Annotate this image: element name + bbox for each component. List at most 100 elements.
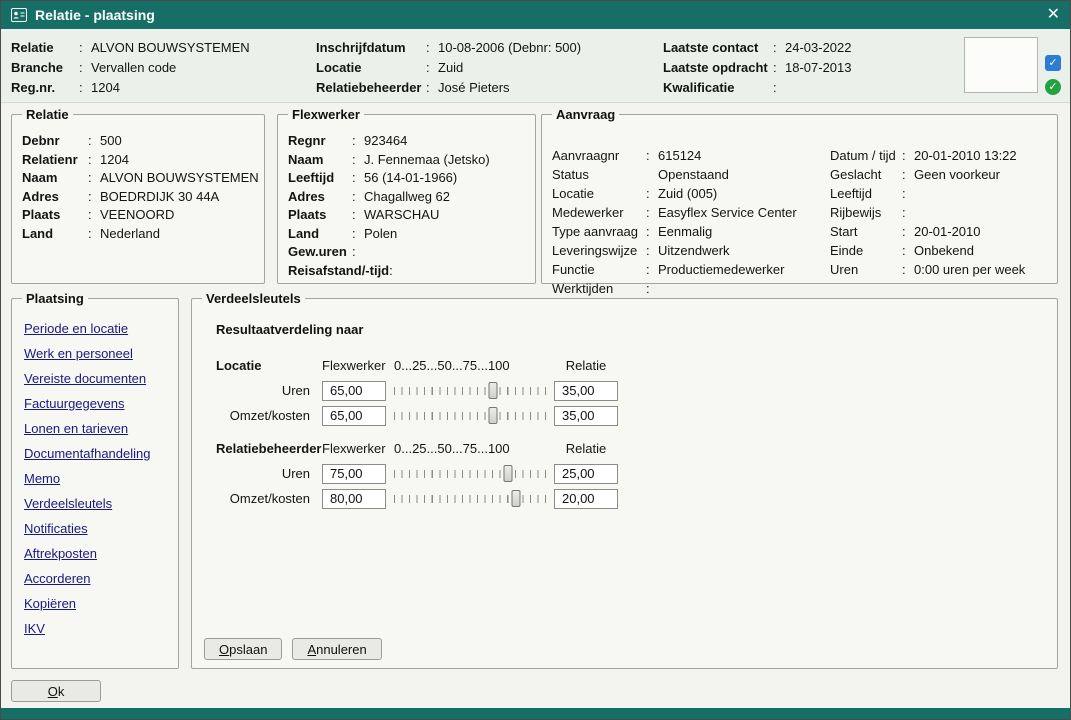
field-label: Naam [288,151,352,170]
field-label: Functie [552,260,646,279]
field-value: VEENOORD [100,206,174,225]
plaatsing-nav-link[interactable]: Aftrekposten [24,541,97,566]
plaatsing-nav-link[interactable]: Periode en locatie [24,316,128,341]
field-row: Naam : J. Fennemaa (Jetsko) [288,151,525,170]
column-header-flexwerker: Flexwerker [322,441,386,456]
field-row: Medewerker : Easyflex Service Center [552,203,797,222]
field-row: Start : 20-01-2010 [830,222,1025,241]
field-label: Datum / tijd [830,146,902,165]
cancel-button[interactable]: Annuleren [292,638,381,660]
field-value: ALVON BOUWSYSTEMEN [91,38,250,58]
header-column-laatste: Laatste contact : 24-03-2022 Laatste opd… [663,38,852,98]
plaatsing-nav-link[interactable]: IKV [24,616,45,641]
field-row: Type aanvraag : Eenmalig [552,222,797,241]
field-row: Plaats : WARSCHAU [288,206,525,225]
field-label: Plaats [288,206,352,225]
field-row: Land : Polen [288,225,525,244]
aanvraag-panel: Aanvraag Aanvraagnr : 615124 Status Open… [541,107,1058,284]
field-row: Uren : 0:00 uren per week [830,260,1025,279]
column-header-flexwerker: Flexwerker [322,358,386,373]
summary-header: Relatie : ALVON BOUWSYSTEMEN Branche : V… [1,29,1070,103]
relatie-share-input[interactable] [554,489,618,509]
flexwerker-share-input[interactable] [322,464,386,484]
field-value: ALVON BOUWSYSTEMEN [100,169,259,188]
flexwerker-share-input[interactable] [322,406,386,426]
flexwerker-share-input[interactable] [322,381,386,401]
field-colon: : [646,184,658,203]
field-colon: : [902,241,914,260]
save-button-label: Opslaan [219,642,267,657]
field-colon: : [88,151,100,170]
field-row: Debnr : 500 [22,132,254,151]
field-row: Plaats : VEENOORD [22,206,254,225]
field-colon: : [426,38,438,58]
ok-button[interactable]: Ok [11,680,101,702]
bottom-accent-strip [1,708,1070,719]
field-label: Regnr [288,132,352,151]
header-column-relatie: Relatie : ALVON BOUWSYSTEMEN Branche : V… [11,38,250,98]
share-slider[interactable] [394,465,546,483]
plaatsing-nav-link[interactable]: Notificaties [24,516,88,541]
field-row: Locatie : Zuid (005) [552,184,797,203]
aanvraag-legend: Aanvraag [552,107,619,122]
field-value: 20-01-2010 [914,222,981,241]
field-label: Naam [22,169,88,188]
relatie-share-input[interactable] [554,381,618,401]
distribution-row: Omzet/kosten [202,486,1047,511]
field-colon: : [902,165,914,184]
field-label: Leveringswijze [552,241,646,260]
relatie-share-input[interactable] [554,406,618,426]
verdeel-buttons: Opslaan Annuleren [204,638,382,660]
plaatsing-nav-link[interactable]: Lonen en tarieven [24,416,128,441]
column-header-scale: 0...25...50...75...100 [394,358,546,373]
field-value: 24-03-2022 [785,38,852,58]
titlebar: Relatie - plaatsing ✕ [1,1,1070,29]
field-value: 1204 [91,78,120,98]
plaatsing-nav-link[interactable]: Accorderen [24,566,90,591]
save-button[interactable]: Opslaan [204,638,282,660]
field-value: 10-08-2006 (Debnr: 500) [438,38,581,58]
field-row: Aanvraagnr : 615124 [552,146,797,165]
plaatsing-nav-link[interactable]: Vereiste documenten [24,366,146,391]
close-icon[interactable]: ✕ [1047,7,1060,23]
field-value: Zuid (005) [658,184,717,203]
share-slider[interactable] [394,490,546,508]
column-header-relatie: Relatie [554,441,618,456]
field-label: Medewerker [552,203,646,222]
header-field-row: Reg.nr. : 1204 [11,78,250,98]
checked-checkbox-icon[interactable]: ✓ [1045,55,1061,71]
field-colon: : [88,225,100,244]
field-value: Zuid [438,58,463,78]
share-slider[interactable] [394,407,546,425]
plaatsing-nav-link[interactable]: Kopiëren [24,591,76,616]
status-ok-icon: ✓ [1045,79,1061,95]
share-slider[interactable] [394,382,546,400]
field-colon: : [773,38,785,58]
flexwerker-share-input[interactable] [322,489,386,509]
field-label: Relatienr [22,151,88,170]
relatie-share-input[interactable] [554,464,618,484]
field-value: Onbekend [914,241,974,260]
plaatsing-nav-link[interactable]: Documentafhandeling [24,441,150,466]
header-field-row: Relatie : ALVON BOUWSYSTEMEN [11,38,250,58]
field-value: BOEDRDIJK 30 44A [100,188,219,207]
field-value: Vervallen code [91,58,176,78]
slider-handle[interactable] [504,465,513,482]
field-row: Rijbewijs : [830,203,1025,222]
field-label: Leeftijd [288,169,352,188]
field-row: Geslacht : Geen voorkeur [830,165,1025,184]
field-colon: : [88,206,100,225]
field-value: Uitzendwerk [658,241,730,260]
field-label: Geslacht [830,165,902,184]
row-label: Uren [202,466,314,481]
slider-handle[interactable] [488,407,497,424]
plaatsing-nav-link[interactable]: Memo [24,466,60,491]
slider-handle[interactable] [511,490,520,507]
relatie-panel: Relatie Debnr : 500 Relatienr : 1204 Naa… [11,107,265,284]
plaatsing-nav-link[interactable]: Factuurgegevens [24,391,124,416]
plaatsing-nav-link[interactable]: Werk en personeel [24,341,133,366]
field-value: 56 (14-01-1966) [364,169,457,188]
row-label: Omzet/kosten [202,491,314,506]
slider-handle[interactable] [488,382,497,399]
plaatsing-nav-link[interactable]: Verdeelsleutels [24,491,112,516]
